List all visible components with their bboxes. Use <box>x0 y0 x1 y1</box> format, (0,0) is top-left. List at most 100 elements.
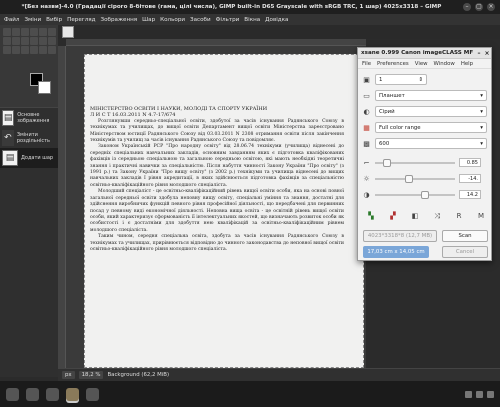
smudge-tool-icon[interactable] <box>39 46 47 54</box>
scan-button[interactable]: Scan <box>442 230 488 242</box>
mode-select[interactable]: Сірий ▾ <box>375 106 487 117</box>
chevron-down-icon: ▾ <box>480 92 483 99</box>
airbrush-tool-icon[interactable] <box>21 46 29 54</box>
warp-tool-icon[interactable] <box>3 37 11 45</box>
auto-enhance-icon[interactable]: ⤨ <box>432 211 442 221</box>
transform-tool-icon[interactable] <box>48 28 56 36</box>
unit-select[interactable]: px <box>62 371 75 379</box>
crop-tool-icon[interactable] <box>39 28 47 36</box>
xsane-menu-help[interactable]: Help <box>461 61 473 67</box>
restore-icon[interactable]: R <box>454 211 464 221</box>
xsane-menubar: File Preferences View Window Help <box>358 59 491 69</box>
history-item-add-layer[interactable]: ▤ Додати шар <box>0 148 58 168</box>
xsane-menu-preferences[interactable]: Preferences <box>377 61 409 67</box>
image-tab-thumbnail[interactable] <box>62 26 74 38</box>
gamma-value[interactable]: 0.85 <box>459 158 481 167</box>
battery-icon[interactable] <box>487 390 494 398</box>
image-icon: ▤ <box>2 110 15 126</box>
spinner-arrows-icon[interactable]: ⇕ <box>418 77 423 83</box>
resolution-select[interactable]: 600 ▾ <box>375 138 487 149</box>
scan-mode-icon: ◐ <box>363 107 370 116</box>
fill-tool-icon[interactable] <box>39 37 47 45</box>
source-select[interactable]: Планшет ▾ <box>375 90 487 101</box>
menu-image[interactable]: Зображення <box>101 17 138 23</box>
count-spinner[interactable]: 1 ⇕ <box>375 74 427 85</box>
horizontal-ruler[interactable] <box>66 39 366 46</box>
minimize-icon[interactable]: – <box>463 3 471 11</box>
dodge-tool-icon[interactable] <box>48 46 56 54</box>
menu-view[interactable]: Перегляд <box>67 17 95 23</box>
menu-file[interactable]: Файл <box>4 17 19 23</box>
menu-edit[interactable]: Зміни <box>24 17 41 23</box>
source-value: Планшет <box>379 92 405 99</box>
contrast-slider[interactable] <box>375 190 455 199</box>
doc-paragraph: Законом Українській РСР "Про народну осв… <box>90 144 344 188</box>
gimp-task-icon[interactable] <box>66 387 79 401</box>
xsane-menu-window[interactable]: Window <box>434 61 455 67</box>
menu-tools[interactable]: Засоби <box>190 17 211 23</box>
color-range-select[interactable]: Full color range ▾ <box>375 122 487 133</box>
eraser-tool-icon[interactable] <box>12 46 20 54</box>
menu-help[interactable]: Довідка <box>265 17 288 23</box>
paths-tool-icon[interactable] <box>21 37 29 45</box>
vertical-ruler[interactable] <box>58 46 66 368</box>
zoom-select[interactable]: 18,2 % <box>78 371 104 379</box>
brightness-slider[interactable] <box>375 174 455 183</box>
menu-windows[interactable]: Вікна <box>244 17 260 23</box>
color-swatches[interactable] <box>30 73 54 95</box>
close-icon[interactable]: × <box>487 3 495 11</box>
paintbrush-tool-icon[interactable] <box>3 46 11 54</box>
browser-icon[interactable] <box>46 387 59 401</box>
brightness-value[interactable]: -14. <box>459 174 481 183</box>
contrast-row: ◑ 14.2 <box>362 190 481 199</box>
xsane-task-icon[interactable] <box>86 387 99 401</box>
rect-select-tool-icon[interactable] <box>12 28 20 36</box>
system-tray <box>465 390 500 398</box>
network-icon[interactable] <box>465 390 472 398</box>
gamma-slider[interactable] <box>375 158 455 167</box>
volume-icon[interactable] <box>476 390 483 398</box>
start-menu-icon[interactable] <box>6 387 19 401</box>
brightness-slider-handle[interactable] <box>405 174 413 183</box>
xsane-dialog: xsane 0.999 Canon imageCLASS MF – × File… <box>357 47 492 261</box>
copies-icon: ▣ <box>363 75 370 84</box>
brightness-row: ☼ -14. <box>362 174 481 183</box>
menu-select[interactable]: Вибір <box>46 17 62 23</box>
menu-filters[interactable]: Фільтри <box>216 17 240 23</box>
enhancement-tools: ▚ ▞ ◧ ⤨ R M <box>366 211 486 221</box>
file-manager-icon[interactable] <box>26 387 39 401</box>
mode-row: ◐ Сірий ▾ <box>362 106 487 117</box>
history-item-base[interactable]: ▤ Основне зображення <box>0 108 58 128</box>
xsane-menu-view[interactable]: View <box>415 61 428 67</box>
gamma-slider-handle[interactable] <box>383 158 391 167</box>
contrast-icon: ◑ <box>363 190 370 199</box>
contrast-slider-handle[interactable] <box>421 190 429 199</box>
menu-layer[interactable]: Шар <box>142 17 155 23</box>
count-row: ▣ 1 ⇕ <box>362 74 427 85</box>
pipette-gray-icon[interactable]: ▞ <box>388 211 398 221</box>
maximize-icon[interactable]: ▢ <box>475 3 483 11</box>
minimize-icon[interactable]: – <box>475 50 483 57</box>
scan-size: 17,03 cm x 14,05 cm <box>363 246 429 258</box>
history-item-resolution[interactable]: ↶ Змінити роздільність <box>0 128 58 148</box>
default-icon[interactable]: M <box>476 211 486 221</box>
gradient-tool-icon[interactable] <box>48 37 56 45</box>
xsane-menu-file[interactable]: File <box>362 61 371 67</box>
canvas-area[interactable]: МІНІСТЕРСТВО ОСВІТИ І НАУКИ, МОЛОДІ ТА С… <box>66 46 366 368</box>
cancel-button[interactable]: Cancel <box>442 246 488 258</box>
pipette-black-icon[interactable]: ◧ <box>410 211 420 221</box>
clone-tool-icon[interactable] <box>30 46 38 54</box>
pipette-white-icon[interactable]: ▚ <box>366 211 376 221</box>
text-tool-icon[interactable] <box>30 37 38 45</box>
contrast-value[interactable]: 14.2 <box>459 190 481 199</box>
lasso-tool-icon[interactable] <box>21 28 29 36</box>
cage-tool-icon[interactable] <box>12 37 20 45</box>
background-color[interactable] <box>38 81 51 94</box>
undo-history-dock: ▤ Основне зображення ↶ Змінити роздільні… <box>0 107 58 377</box>
mode-value: Сірий <box>379 108 395 115</box>
close-icon[interactable]: × <box>483 50 491 57</box>
menu-colors[interactable]: Кольори <box>160 17 185 23</box>
fuzzy-select-tool-icon[interactable] <box>30 28 38 36</box>
image-info: 4023*3318*8 (12,7 MB) <box>363 230 437 242</box>
move-tool-icon[interactable] <box>3 28 11 36</box>
